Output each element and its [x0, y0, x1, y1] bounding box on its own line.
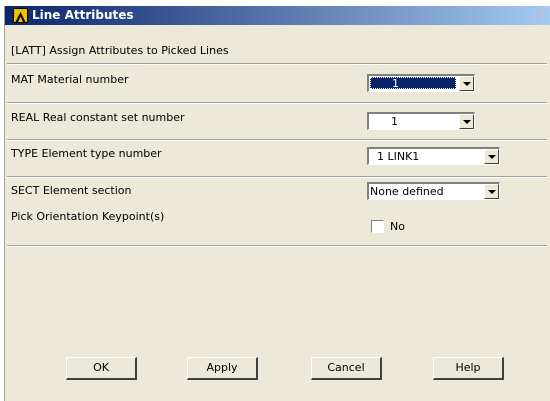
sect-dropdown-button[interactable] — [484, 184, 499, 199]
material-number-select[interactable]: 1 — [367, 74, 475, 92]
chevron-down-icon — [488, 155, 496, 159]
cancel-button[interactable]: Cancel — [311, 357, 382, 380]
pick-orientation-checkbox-label[interactable]: No — [390, 220, 405, 233]
ansys-logo-icon — [13, 8, 28, 23]
line-attributes-dialog: Line Attributes × [LATT] Assign Attribut… — [4, 6, 550, 401]
divider — [7, 63, 547, 65]
ansys-logo-glyph — [15, 12, 26, 22]
pick-orientation-checkbox[interactable] — [371, 220, 384, 233]
divider — [7, 102, 547, 104]
close-icon[interactable]: × — [532, 7, 547, 22]
title-bar[interactable]: Line Attributes × — [5, 6, 550, 25]
element-type-select[interactable]: 1 LINK1 — [367, 147, 500, 165]
divider — [7, 139, 547, 141]
real-constant-select[interactable]: 1 — [367, 112, 475, 130]
chevron-down-icon — [463, 120, 471, 124]
real-constant-value: 1 — [391, 115, 398, 128]
material-number-value: 1 — [392, 77, 399, 90]
help-button[interactable]: Help — [433, 357, 504, 380]
apply-button[interactable]: Apply — [187, 357, 258, 380]
real-label: REAL Real constant set number — [11, 111, 185, 124]
element-section-select[interactable]: None defined — [367, 182, 500, 200]
selected-highlight: 1 — [370, 77, 456, 90]
command-description: [LATT] Assign Attributes to Picked Lines — [11, 44, 229, 57]
chevron-down-icon — [488, 190, 496, 194]
sect-label: SECT Element section — [11, 184, 132, 197]
type-label: TYPE Element type number — [11, 147, 162, 160]
mat-label: MAT Material number — [11, 73, 129, 86]
element-type-value: 1 LINK1 — [377, 150, 420, 163]
pick-orientation-label: Pick Orientation Keypoint(s) — [11, 210, 165, 223]
real-dropdown-button[interactable] — [459, 114, 474, 129]
window-title: Line Attributes — [32, 8, 134, 22]
chevron-down-icon — [463, 82, 471, 86]
ok-button[interactable]: OK — [66, 357, 137, 380]
material-dropdown-button[interactable] — [459, 76, 474, 91]
divider — [7, 176, 547, 178]
divider — [7, 245, 547, 247]
element-section-value: None defined — [370, 185, 444, 198]
type-dropdown-button[interactable] — [484, 149, 499, 164]
